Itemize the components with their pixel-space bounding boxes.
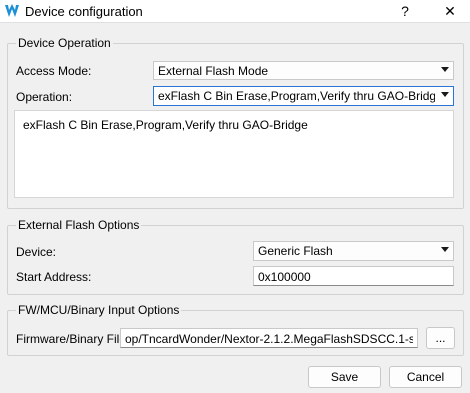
chevron-down-icon — [441, 92, 449, 97]
chevron-down-icon — [441, 247, 449, 252]
chevron-down-icon — [441, 67, 449, 72]
gowin-logo-icon — [5, 4, 19, 17]
firmware-file-label: Firmware/Binary File: — [16, 332, 130, 346]
title-bar: Device configuration ? ✕ — [0, 0, 470, 23]
window-title: Device configuration — [25, 4, 143, 19]
access-mode-label: Access Mode: — [16, 64, 92, 78]
help-button[interactable]: ? — [390, 0, 420, 22]
binary-input-options-group-title: FW/MCU/Binary Input Options — [16, 303, 182, 317]
external-flash-options-group-title: External Flash Options — [16, 218, 142, 232]
device-value: Generic Flash — [258, 244, 333, 258]
start-address-input[interactable]: 0x100000 — [253, 266, 454, 286]
access-mode-value: External Flash Mode — [158, 64, 269, 78]
start-address-value: 0x100000 — [258, 270, 311, 284]
operation-label: Operation: — [16, 90, 73, 104]
device-operation-group-title: Device Operation — [16, 36, 113, 50]
cancel-button[interactable]: Cancel — [389, 366, 462, 388]
operation-description-box: exFlash C Bin Erase,Program,Verify thru … — [14, 110, 454, 198]
operation-value: exFlash C Bin Erase,Program,Verify thru … — [158, 89, 435, 103]
start-address-label: Start Address: — [16, 270, 92, 284]
save-button[interactable]: Save — [308, 366, 381, 388]
device-label: Device: — [16, 245, 57, 259]
operation-description-text: exFlash C Bin Erase,Program,Verify thru … — [23, 118, 308, 132]
close-button[interactable]: ✕ — [435, 0, 465, 22]
operation-select[interactable]: exFlash C Bin Erase,Program,Verify thru … — [153, 86, 454, 106]
firmware-file-input[interactable]: op/TncardWonder/Nextor-2.1.2.MegaFlashSD… — [120, 328, 418, 348]
device-select[interactable]: Generic Flash — [253, 241, 454, 261]
firmware-file-value: op/TncardWonder/Nextor-2.1.2.MegaFlashSD… — [125, 332, 413, 346]
browse-button[interactable]: ... — [426, 327, 455, 349]
access-mode-select[interactable]: External Flash Mode — [153, 61, 454, 80]
